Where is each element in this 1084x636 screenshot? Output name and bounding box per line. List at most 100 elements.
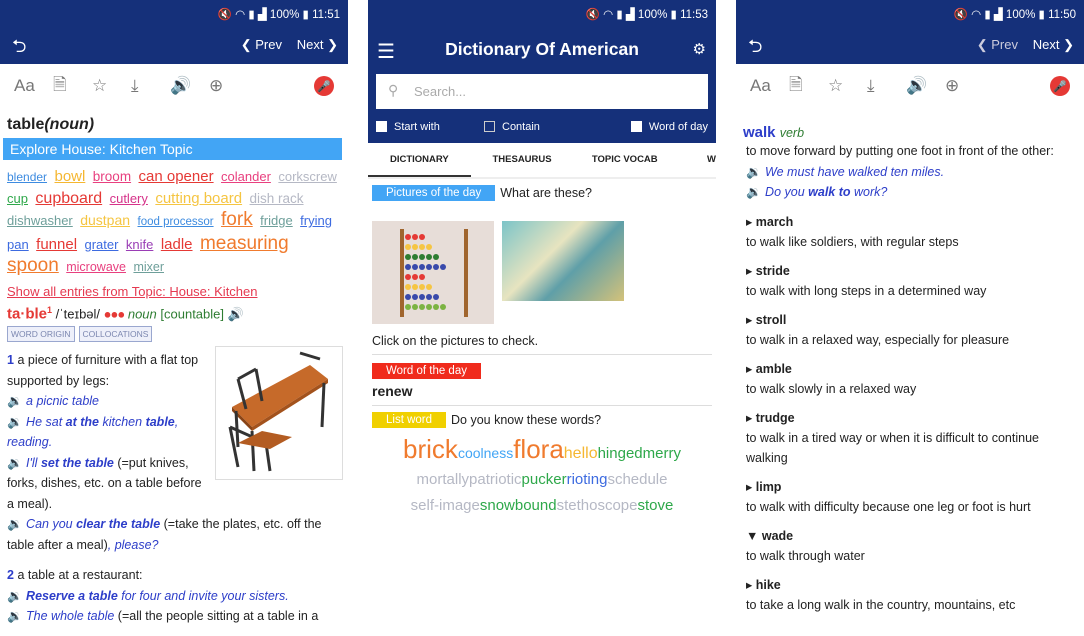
back-icon[interactable]: ⮌ [12, 34, 26, 64]
speaker-icon[interactable]: 🔊 [170, 76, 209, 96]
list-word[interactable]: coolness [458, 445, 513, 461]
synonym-item[interactable]: ▸ limp to walk with difficulty because on… [736, 477, 1084, 517]
download-icon[interactable]: ⤓ [867, 76, 906, 96]
speaker-icon[interactable]: 🔉 [7, 456, 26, 470]
speaker-icon[interactable]: 🔊 [906, 76, 945, 96]
topic-word-link[interactable]: fridge [260, 213, 293, 228]
topic-word-link[interactable]: dishwasher [7, 213, 73, 228]
speaker-icon[interactable]: 🔉 [7, 394, 26, 408]
list-word[interactable]: pucker [522, 471, 567, 488]
synonym-item[interactable]: ▸ stride to walk with long steps in a det… [736, 261, 1084, 301]
synonym-item[interactable]: ▸ hike to take a long walk in the country… [736, 575, 1084, 615]
example-text: a picnic table [26, 394, 100, 409]
next-button[interactable]: Next ❯ [297, 37, 338, 53]
synonym-item[interactable]: ▸ amble to walk slowly in a relaxed way [736, 359, 1084, 399]
topic-word-link[interactable]: cup [7, 191, 28, 206]
topic-word-link[interactable]: fork [221, 209, 253, 230]
font-size-icon[interactable]: Aa [750, 76, 789, 96]
list-word[interactable]: brick [403, 434, 458, 464]
abacus-picture[interactable] [372, 221, 494, 324]
synonym-heading: ▸ amble [746, 359, 1074, 379]
topic-word-link[interactable]: dish rack [250, 191, 304, 206]
abacus-bead [405, 244, 411, 250]
speaker-icon[interactable]: 🔊 [228, 306, 244, 321]
mic-icon[interactable]: 🎤 [1050, 76, 1070, 96]
note-icon[interactable]: 🗎 [53, 72, 92, 101]
topic-word-link[interactable]: food processor [138, 216, 214, 228]
start-with-checkbox[interactable]: Start with [376, 121, 484, 133]
note-icon[interactable]: 🗎 [789, 72, 828, 101]
list-word[interactable]: schedule [607, 471, 667, 488]
topic-word-link[interactable]: cupboard [35, 190, 102, 207]
tab-dictionary[interactable]: DICTIONARY [368, 143, 471, 177]
collocations-button[interactable]: COLLOCATIONS [78, 326, 153, 343]
back-icon[interactable]: ⮌ [748, 34, 762, 64]
synonym-item[interactable]: ▼ wade to walk through water [736, 526, 1084, 566]
star-icon[interactable]: ☆ [92, 76, 131, 96]
synonym-item[interactable]: ▸ stroll to walk in a relaxed way, especi… [736, 310, 1084, 350]
painting-picture[interactable] [502, 221, 624, 301]
list-word[interactable]: rioting [567, 471, 608, 488]
topic-word-link[interactable]: knife [126, 237, 153, 252]
list-word[interactable]: stethoscope [557, 497, 638, 514]
font-size-icon[interactable]: Aa [14, 76, 53, 96]
pictures-of-day [368, 201, 716, 324]
topic-word-link[interactable]: blender [7, 170, 47, 184]
synonym-item[interactable]: ▸ march to walk like soldiers, with regul… [736, 212, 1084, 252]
list-word[interactable]: hello [564, 445, 598, 462]
abacus-bead [426, 244, 432, 250]
topic-word-link[interactable]: colander [221, 169, 271, 184]
speaker-icon[interactable]: 🔉 [7, 517, 26, 531]
download-icon[interactable]: ⤓ [131, 76, 170, 96]
topic-word-link[interactable]: grater [84, 237, 118, 252]
prev-button[interactable]: ❮ Prev [977, 37, 1018, 53]
topic-word-link[interactable]: mixer [133, 260, 164, 274]
contain-checkbox[interactable]: Contain [484, 121, 540, 133]
pictures-hint: Click on the pictures to check. [372, 334, 539, 348]
speaker-icon[interactable]: 🔉 [7, 589, 26, 603]
abacus-bead [412, 234, 418, 240]
add-icon[interactable]: ⊕ [209, 76, 248, 96]
part-of-speech: noun [127, 306, 157, 322]
synonym-heading: ▸ trudge [746, 408, 1074, 428]
topic-word-link[interactable]: cutting board [155, 190, 242, 207]
star-icon[interactable]: ☆ [828, 76, 867, 96]
word-of-day[interactable]: renew [368, 379, 716, 399]
top-nav: ⮌ ❮ Prev Next ❯ [0, 26, 348, 64]
topic-word-link[interactable]: broom [93, 169, 131, 184]
topic-word-link[interactable]: cutlery [110, 191, 148, 206]
tab-thesaurus[interactable]: THESAURUS [471, 143, 574, 177]
word-of-day-checkbox[interactable]: Word of day [630, 121, 708, 133]
list-word[interactable]: self-image [411, 497, 480, 514]
tab-more[interactable]: W [676, 143, 716, 177]
synonym-item[interactable]: ▸ trudge to walk in a tired way or when i… [736, 408, 1084, 468]
tab-topic-vocab[interactable]: TOPIC VOCAB [573, 143, 676, 177]
prev-button[interactable]: ❮ Prev [241, 37, 282, 53]
topic-word-link[interactable]: corkscrew [278, 169, 337, 184]
topic-word-link[interactable]: dustpan [80, 212, 130, 228]
speaker-icon[interactable]: 🔉 [7, 609, 26, 623]
topic-word-link[interactable]: ladle [161, 236, 193, 253]
show-all-link[interactable]: Show all entries from Topic: House: Kitc… [0, 278, 348, 299]
next-button[interactable]: Next ❯ [1033, 37, 1074, 53]
speaker-icon[interactable]: 🔉 [7, 415, 26, 429]
topic-word-link[interactable]: can opener [139, 168, 214, 185]
topic-word-link[interactable]: bowl [54, 168, 85, 185]
add-icon[interactable]: ⊕ [945, 76, 984, 96]
speaker-icon[interactable]: 🔉 [746, 185, 765, 199]
list-word[interactable]: snowbound [480, 497, 557, 514]
explore-topic-banner[interactable]: Explore House: Kitchen Topic [3, 138, 342, 160]
mic-icon[interactable]: 🎤 [314, 76, 334, 96]
list-word[interactable]: hingedmerry [598, 445, 681, 462]
list-word[interactable]: stove [637, 497, 673, 514]
topic-word-link[interactable]: funnel [36, 236, 77, 253]
sense-definition: 2 a table at a restaurant: [7, 565, 341, 586]
word-origin-button[interactable]: WORD ORIGIN [7, 326, 75, 343]
speaker-icon[interactable]: 🔉 [746, 165, 765, 179]
search-input[interactable]: ⚲ Search... [376, 74, 708, 109]
gear-icon[interactable]: ⚙ [693, 40, 706, 58]
list-word[interactable]: mortallypatriotic [417, 471, 522, 488]
list-word[interactable]: flora [513, 434, 564, 464]
topic-word-link[interactable]: microwave [66, 260, 126, 274]
definitions: 1 a piece of furniture with a flat top s… [0, 342, 348, 627]
